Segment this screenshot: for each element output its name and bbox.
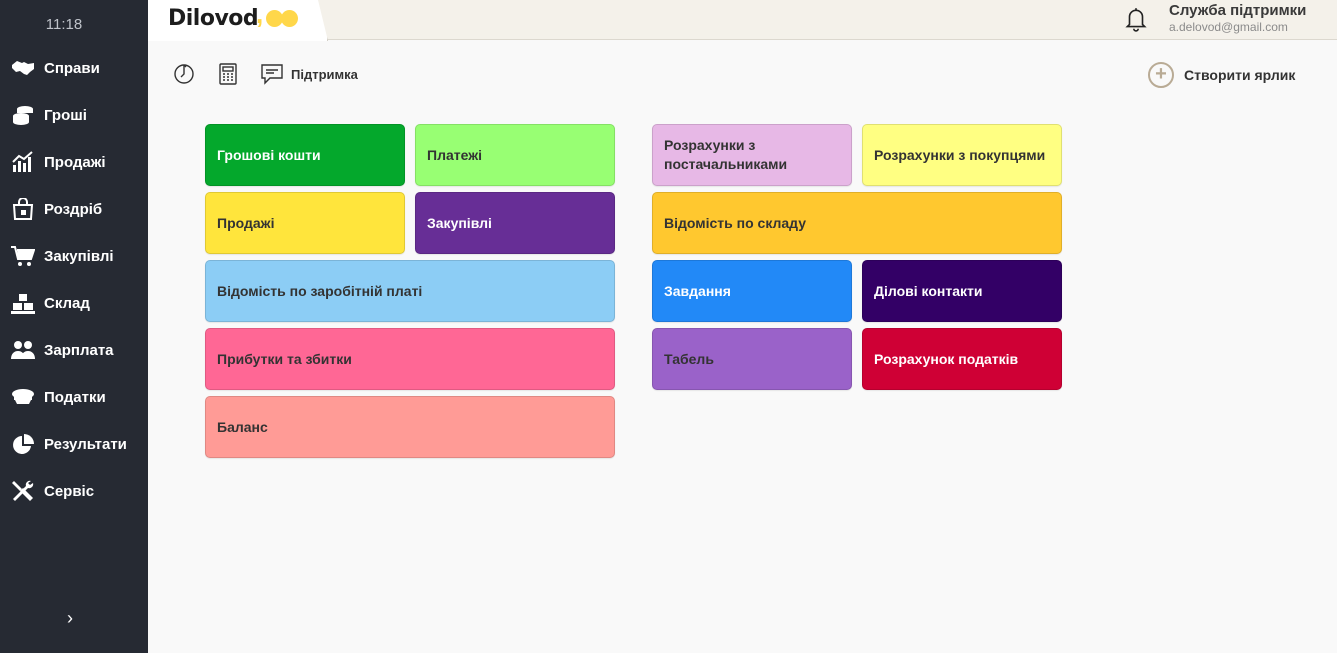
sidebar-item-label: Зарплата [44, 341, 114, 359]
people-icon [10, 338, 36, 362]
boxes-icon [10, 291, 36, 315]
bell-icon[interactable] [1123, 6, 1149, 32]
sidebar-item-label: Результати [44, 435, 127, 453]
tile-payroll[interactable]: Відомість по заробітній платі [205, 260, 615, 322]
sidebar-item-retail[interactable]: Роздріб [0, 189, 148, 229]
sidebar-item-label: Продажі [44, 153, 106, 171]
tile-cash[interactable]: Грошові кошти [205, 124, 405, 186]
sidebar-item-label: Справи [44, 59, 100, 77]
logo[interactable]: Dilovod [168, 6, 259, 31]
sidebar-item-label: Податки [44, 388, 106, 406]
support-email: a.delovod@gmail.com [1169, 20, 1288, 34]
officer-cap-icon [10, 385, 36, 409]
sidebar-item-purchases[interactable]: Закупівлі [0, 236, 148, 276]
tile-label: Відомість по заробітній платі [217, 282, 423, 299]
history-icon[interactable] [172, 62, 196, 91]
sidebar-item-affairs[interactable]: Справи [0, 48, 148, 88]
top-bar [148, 0, 1337, 40]
sidebar-item-label: Гроші [44, 106, 87, 124]
handshake-icon [10, 56, 36, 80]
coins-icon [10, 103, 36, 127]
tile-label: Продажі [217, 214, 275, 231]
tile-sales[interactable]: Продажі [205, 192, 405, 254]
tile-label: Баланс [217, 418, 268, 435]
chart-icon [10, 150, 36, 174]
tile-label: Завдання [664, 282, 731, 299]
sidebar-item-label: Склад [44, 294, 90, 312]
tile-contacts[interactable]: Ділові контакти [862, 260, 1062, 322]
shopping-bag-icon [10, 197, 36, 221]
tile-warehouse[interactable]: Відомість по складу [652, 192, 1062, 254]
tile-purchases[interactable]: Закупівлі [415, 192, 615, 254]
tile-label: Відомість по складу [664, 214, 807, 231]
tile-label: Прибутки та збитки [217, 350, 352, 367]
tile-label: Розрахунки з покупцями [874, 146, 1046, 163]
tile-label: Ділові контакти [874, 282, 983, 299]
create-shortcut-label: Створити ярлик [1184, 67, 1296, 83]
sidebar-item-label: Сервіс [44, 482, 95, 500]
sidebar: 11:18 Справи Гроші Продажі Роздріб Закуп… [0, 0, 148, 653]
tile-suppliers[interactable]: Розрахунки з постачальниками [652, 124, 852, 186]
tile-payments[interactable]: Платежі [415, 124, 615, 186]
expand-sidebar-button[interactable]: › [60, 608, 80, 630]
tile-profit-loss[interactable]: Прибутки та збитки [205, 328, 615, 390]
calculator-icon[interactable] [216, 62, 240, 91]
create-shortcut-button[interactable]: + Створити ярлик [1148, 62, 1295, 88]
tile-label: Розрахунок податків [874, 350, 1019, 367]
sidebar-item-label: Роздріб [44, 200, 103, 218]
tile-taxes[interactable]: Розрахунок податків [862, 328, 1062, 390]
tile-label: Платежі [427, 146, 483, 163]
chat-icon[interactable] [260, 62, 284, 91]
sidebar-item-salary[interactable]: Зарплата [0, 330, 148, 370]
sidebar-item-results[interactable]: Результати [0, 424, 148, 464]
cart-icon [10, 244, 36, 268]
plus-icon: + [1148, 62, 1174, 88]
logo-mark: , [256, 1, 298, 27]
tile-timesheet[interactable]: Табель [652, 328, 852, 390]
sidebar-item-service[interactable]: Сервіс [0, 471, 148, 511]
sidebar-item-warehouse[interactable]: Склад [0, 283, 148, 323]
support-name[interactable]: Служба підтримки [1169, 2, 1306, 19]
support-link[interactable]: Підтримка [291, 67, 358, 82]
tile-label: Розрахунки з постачальниками [664, 137, 788, 172]
sidebar-item-sales[interactable]: Продажі [0, 142, 148, 182]
tile-label: Закупівлі [427, 214, 492, 231]
tile-customers[interactable]: Розрахунки з покупцями [862, 124, 1062, 186]
sidebar-item-label: Закупівлі [44, 247, 114, 265]
tile-tasks[interactable]: Завдання [652, 260, 852, 322]
sidebar-item-money[interactable]: Гроші [0, 95, 148, 135]
tile-label: Грошові кошти [217, 146, 321, 163]
tile-label: Табель [664, 350, 714, 367]
tile-balance[interactable]: Баланс [205, 396, 615, 458]
clock: 11:18 [45, 16, 83, 33]
sidebar-item-taxes[interactable]: Податки [0, 377, 148, 417]
pie-chart-icon [10, 432, 36, 456]
tools-icon [10, 479, 36, 503]
